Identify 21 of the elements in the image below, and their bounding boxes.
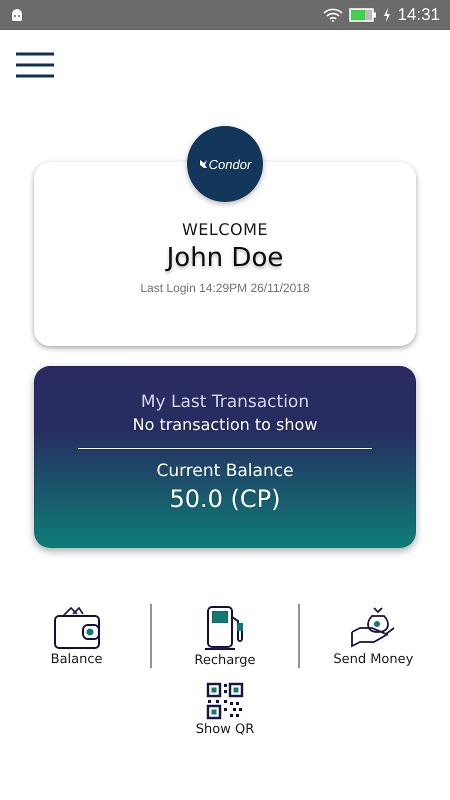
- last-login: Last Login 14:29PM 26/11/2018: [140, 281, 310, 295]
- greeting: WELCOME: [182, 220, 268, 239]
- money-bag-hand-icon: [350, 606, 396, 650]
- user-name: John Doe: [166, 243, 284, 273]
- balance-value: 50.0 (CP): [169, 485, 281, 513]
- transaction-title: My Last Transaction: [140, 392, 310, 412]
- transaction-message: No transaction to show: [132, 415, 318, 434]
- logo-text: Condor: [208, 156, 252, 172]
- wifi-icon: [323, 8, 344, 22]
- robot-icon: [10, 8, 24, 22]
- action-button[interactable]: Show QR: [165, 682, 285, 737]
- action-button[interactable]: Recharge: [164, 604, 285, 668]
- wallet-icon: [52, 606, 101, 650]
- qr-code-icon: [206, 682, 244, 720]
- clock: 14:31: [397, 5, 440, 25]
- balance-label: Current Balance: [156, 461, 294, 481]
- menu-icon[interactable]: [16, 52, 54, 78]
- charging-icon: [383, 8, 392, 22]
- action-button[interactable]: Send Money: [313, 606, 434, 666]
- action-button[interactable]: Balance: [16, 606, 137, 666]
- battery-icon: [349, 8, 378, 22]
